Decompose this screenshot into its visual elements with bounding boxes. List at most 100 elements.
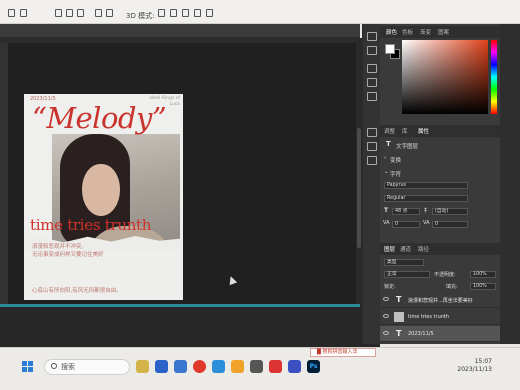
poster-cn-line1: 浪漫和悲观并不冲突, <box>32 244 84 250</box>
kerning-field[interactable]: 0 <box>392 221 420 228</box>
status-bar <box>0 307 380 347</box>
clone-source-icon[interactable] <box>367 92 377 101</box>
app-icon[interactable] <box>250 360 263 373</box>
options-bar: 3D 模式: <box>0 0 520 24</box>
top-ruler <box>0 24 360 38</box>
ime-popup[interactable]: █ 搜狗拼音输入法 <box>310 348 376 357</box>
align-right-icon[interactable] <box>77 9 84 17</box>
panel-icon-dock <box>362 24 380 344</box>
tab-gradients[interactable]: 渐变 <box>420 28 431 36</box>
tab-adjustments[interactable]: 调整 <box>384 127 395 135</box>
distribute-vertical-icon[interactable] <box>106 9 113 17</box>
layer-name: 2023/11/5 <box>408 331 434 337</box>
font-style-select[interactable]: Regular <box>384 195 468 202</box>
text-layer-glyph-icon: T <box>396 329 402 338</box>
poster-chinese-text: 浪漫和悲观并不冲突, 无论事变成何样又要记住美好 <box>32 244 152 259</box>
browser-icon[interactable] <box>193 360 206 373</box>
tab-patterns[interactable]: 图案 <box>438 28 449 36</box>
history-icon[interactable] <box>367 32 377 41</box>
3d-roll-icon[interactable] <box>170 9 177 17</box>
properties-panel-tabs: 调整 库 属性 <box>380 125 500 137</box>
fill-label: 填充: <box>446 284 458 290</box>
align-center-icon[interactable] <box>66 9 73 17</box>
3d-orbit-icon[interactable] <box>158 9 165 17</box>
font-size-field[interactable]: 48 点 <box>392 208 420 215</box>
tab-paths[interactable]: 路径 <box>418 245 429 253</box>
tab-layers[interactable]: 图层 <box>384 245 395 253</box>
chevron-down-icon: ⌄ <box>384 169 389 175</box>
3d-mode-label: 3D 模式: <box>126 12 155 20</box>
3d-pan-icon[interactable] <box>182 9 189 17</box>
glyphs-icon[interactable] <box>367 156 377 165</box>
paragraph-panel-icon[interactable] <box>367 142 377 151</box>
app-icon[interactable] <box>269 360 282 373</box>
layers-panel-tabs: 图层 通道 路径 <box>380 243 500 255</box>
windows-start-icon[interactable] <box>22 361 34 373</box>
leading-field[interactable]: (自动) <box>432 208 468 215</box>
toolbox-strip <box>500 24 520 344</box>
kerning-icon: VA <box>383 220 390 226</box>
character-panel-icon[interactable] <box>367 128 377 137</box>
text-layer-section: T 文字图层 <box>380 140 500 151</box>
photoshop-screen: 3D 模式: 2023/11/5 Ideal Rings of Luck “Me… <box>0 0 520 390</box>
search-placeholder: 搜索 <box>61 363 75 371</box>
3d-slide-icon[interactable] <box>194 9 201 17</box>
brush-presets-icon[interactable] <box>367 78 377 87</box>
file-explorer-icon[interactable] <box>155 360 168 373</box>
foreground-color-swatch[interactable] <box>385 44 395 54</box>
windows-taskbar: █ 搜狗拼音输入法 搜索 Ps 15:07 2023/11/13 <box>0 347 520 390</box>
auto-select-icon[interactable] <box>20 9 27 17</box>
chrome-icon[interactable] <box>231 360 244 373</box>
3d-scale-icon[interactable] <box>206 9 213 17</box>
text-layer-heading: 文字图层 <box>396 144 419 150</box>
character-heading: 字符 <box>390 172 402 178</box>
tray-clock[interactable]: 15:07 2023/11/13 <box>456 358 492 375</box>
eye-icon[interactable] <box>383 331 389 335</box>
app-icon[interactable] <box>288 360 301 373</box>
character-section[interactable]: ⌄ 字符 <box>380 168 500 179</box>
layer-row[interactable]: T 浪漫和悲观并...再坐法要美好 <box>380 292 500 308</box>
color-picker-field[interactable] <box>402 40 488 114</box>
left-ruler <box>0 43 8 308</box>
leading-icon: ‡ <box>424 207 427 214</box>
portrait-face <box>82 164 120 216</box>
color-panel-tabs: 颜色 色板 渐变 图案 <box>380 26 500 38</box>
tab-swatches[interactable]: 色板 <box>402 28 413 36</box>
transform-section[interactable]: › 变换 <box>380 154 500 165</box>
search-icon <box>51 363 57 369</box>
opacity-label: 不透明度: <box>434 272 456 278</box>
task-view-icon[interactable] <box>136 360 149 373</box>
taskbar-search[interactable]: 搜索 <box>44 359 130 375</box>
layer-row-selected[interactable]: T 2023/11/5 <box>380 326 500 342</box>
tab-color[interactable]: 颜色 <box>386 28 397 36</box>
poster-cn-line3: 心底山有所向阳,有风无风都很自由。 <box>32 288 122 294</box>
layer-filter-kind[interactable]: 类型 <box>384 259 424 266</box>
chevron-right-icon: › <box>384 155 387 161</box>
blend-mode-select[interactable]: 正常 <box>384 271 430 278</box>
layer-row[interactable]: time tries trunth <box>380 309 500 325</box>
align-left-icon[interactable] <box>55 9 62 17</box>
poster-title: “Melody” <box>32 101 167 135</box>
opacity-field[interactable]: 100% <box>470 271 496 278</box>
layer-thumbnail <box>394 312 404 322</box>
properties-icon[interactable] <box>367 46 377 55</box>
tab-libraries[interactable]: 库 <box>402 127 408 135</box>
photoshop-icon[interactable]: Ps <box>307 360 320 373</box>
brush-settings-icon[interactable] <box>367 64 377 73</box>
text-layer-icon: T <box>386 140 391 148</box>
poster-canvas[interactable]: 2023/11/5 Ideal Rings of Luck “Melody” t… <box>24 94 183 300</box>
eye-icon[interactable] <box>383 297 389 301</box>
scrollbar-thumb[interactable] <box>357 128 361 248</box>
hue-slider[interactable] <box>491 40 497 114</box>
font-family-select[interactable]: Papyrus <box>384 182 468 189</box>
tab-channels[interactable]: 通道 <box>400 245 411 253</box>
tracking-field[interactable]: 0 <box>432 221 468 228</box>
text-layer-glyph-icon: T <box>396 295 402 304</box>
edge-icon[interactable] <box>212 360 225 373</box>
eye-icon[interactable] <box>383 314 389 318</box>
fill-field[interactable]: 100% <box>470 283 496 290</box>
move-tool-icon[interactable] <box>8 9 15 17</box>
distribute-icon[interactable] <box>95 9 102 17</box>
mail-icon[interactable] <box>174 360 187 373</box>
tab-properties[interactable]: 属性 <box>418 127 429 135</box>
